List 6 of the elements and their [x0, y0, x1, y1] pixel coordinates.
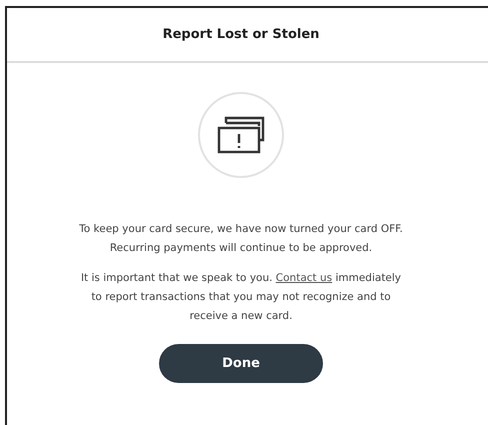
card-alert-icon: [217, 116, 265, 154]
contact-message: It is important that we speak to you. Contact us immediately to report transactions that you may not recognize and to receive a new card.: [80, 271, 402, 324]
dialog-title: Report Lost or Stolen: [162, 27, 320, 42]
contact-link[interactable]: Contact us: [276, 272, 332, 284]
done-button[interactable]: Done: [159, 344, 323, 383]
secure-message: To keep your card secure, we have now turned your card OFF. Recurring payments will continue to be approved.: [78, 222, 404, 256]
